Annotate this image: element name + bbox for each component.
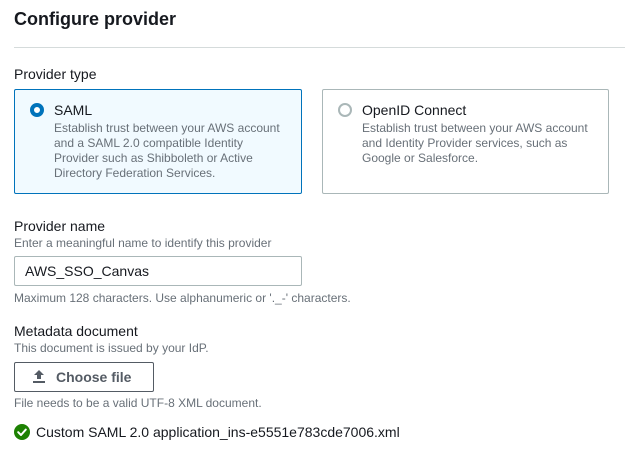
- metadata-document-label: Metadata document: [14, 323, 138, 339]
- provider-name-description: Enter a meaningful name to identify this…: [14, 236, 272, 250]
- choose-file-label: Choose file: [56, 369, 132, 385]
- configure-provider-panel: Configure provider Provider type SAML Es…: [14, 0, 625, 457]
- openid-connect-description-line: and Identity Provider services, such as: [362, 136, 568, 150]
- saml-title: SAML: [54, 102, 93, 118]
- metadata-document-description: This document is issued by your IdP.: [14, 341, 209, 355]
- openid-connect-title: OpenID Connect: [362, 102, 467, 118]
- saml-description-line: Establish trust between your AWS account: [54, 121, 280, 135]
- openid-connect-description-line: Google or Salesforce.: [362, 151, 479, 165]
- saml-description-line: and a SAML 2.0 compatible Identity: [54, 136, 243, 150]
- provider-type-label: Provider type: [14, 66, 97, 82]
- saml-description-line: Directory Federation Services.: [54, 166, 216, 180]
- saml-description: Establish trust between your AWS account…: [54, 121, 294, 181]
- choose-file-button[interactable]: Choose file: [14, 362, 154, 392]
- page-title: Configure provider: [14, 9, 177, 29]
- header-divider: [14, 47, 625, 48]
- selected-file-name: Custom SAML 2.0 application_ins-e5551e78…: [36, 424, 400, 440]
- upload-icon: [31, 369, 47, 385]
- provider-type-tile-openid-connect[interactable]: OpenID Connect Establish trust between y…: [322, 89, 609, 194]
- saml-radio[interactable]: [30, 103, 44, 117]
- openid-connect-radio[interactable]: [338, 103, 352, 117]
- openid-connect-description: Establish trust between your AWS account…: [362, 121, 602, 166]
- provider-name-label: Provider name: [14, 218, 106, 234]
- selected-file: Custom SAML 2.0 application_ins-e5551e78…: [14, 423, 400, 441]
- check-circle-icon: [14, 424, 30, 440]
- saml-description-line: Provider such as Shibboleth or Active: [54, 151, 253, 165]
- provider-type-tile-saml[interactable]: SAML Establish trust between your AWS ac…: [14, 89, 302, 194]
- provider-name-constraint: Maximum 128 characters. Use alphanumeric…: [14, 291, 351, 305]
- metadata-document-constraint: File needs to be a valid UTF-8 XML docum…: [14, 396, 262, 410]
- openid-connect-description-line: Establish trust between your AWS account: [362, 121, 588, 135]
- provider-name-input[interactable]: [14, 256, 302, 286]
